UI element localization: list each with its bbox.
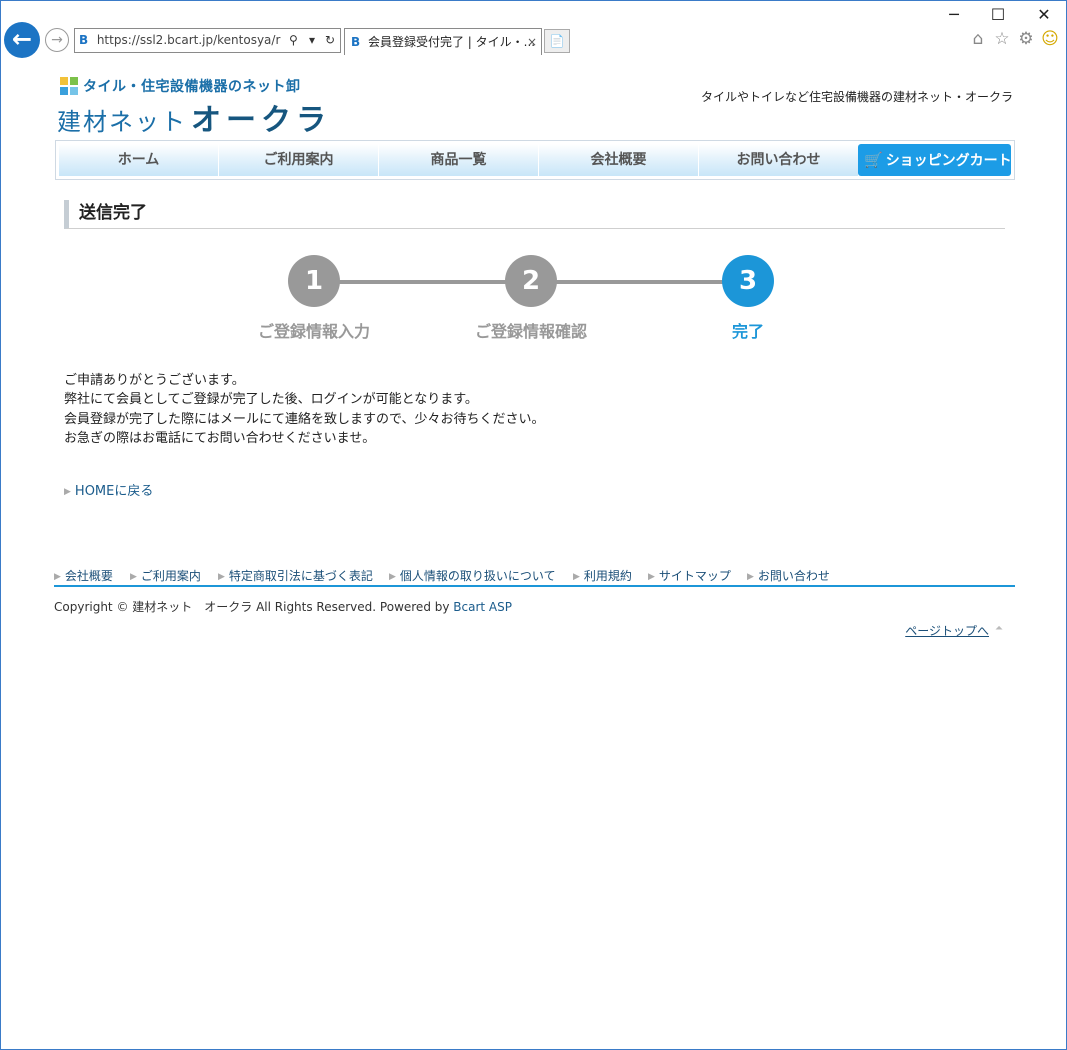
search-icon[interactable]: ⚲: [289, 29, 298, 52]
back-arrow-icon[interactable]: ←: [4, 22, 40, 58]
triangle-bullet-icon: ▶: [130, 572, 137, 582]
header-description: タイルやトイレなど住宅設備機器の建材ネット・オークラ: [700, 90, 1013, 104]
footer-link-label: 個人情報の取り扱いについて: [399, 569, 556, 583]
close-window-button[interactable]: ✕: [1021, 5, 1067, 25]
footer-link-guide[interactable]: ▶ ご利用案内: [130, 567, 201, 584]
page-title: 送信完了: [64, 200, 1005, 229]
tab-favicon-icon: B: [351, 35, 361, 49]
nav-item-home[interactable]: ホーム: [59, 144, 219, 176]
step-3-circle: 3: [722, 255, 774, 307]
home-link-label: HOMEに戻る: [74, 484, 154, 499]
site-logo[interactable]: 建材ネット オークラ: [57, 95, 331, 139]
shopping-cart-button[interactable]: 🛒 ショッピングカート: [858, 144, 1012, 176]
message-line: 会員登録が完了した際にはメールにて連絡を致しますので、少々お待ちください。: [64, 411, 545, 427]
triangle-bullet-icon: ▶: [54, 572, 61, 582]
triangle-bullet-icon: ▶: [648, 572, 655, 582]
step-connector: [314, 280, 532, 284]
address-url: https://ssl2.bcart.jp/kentosya/r: [96, 33, 281, 47]
new-tab-button[interactable]: 📄: [544, 29, 570, 53]
favorites-star-icon[interactable]: ☆: [990, 29, 1014, 49]
site-tagline: タイル・住宅設備機器のネット卸: [83, 79, 301, 95]
step-1-circle: 1: [288, 255, 340, 307]
triangle-bullet-icon: ▶: [389, 572, 396, 582]
copyright-text: Copyright © 建材ネット オークラ All Rights Reserv…: [54, 600, 454, 614]
home-link[interactable]: ▶ HOMEに戻る: [64, 480, 153, 499]
main-nav: ホーム ご利用案内 商品一覧 会社概要 お問い合わせ 🛒 ショッピングカート: [55, 140, 1015, 180]
copyright: Copyright © 建材ネット オークラ All Rights Reserv…: [54, 598, 512, 615]
message-line: お急ぎの際はお電話にてお問い合わせくださいませ。: [64, 430, 376, 446]
page-top-arrow-icon[interactable]: ⏶: [995, 623, 1003, 634]
site-favicon-icon: B: [79, 33, 89, 47]
footer-link-contact[interactable]: ▶ お問い合わせ: [747, 567, 830, 584]
triangle-bullet-icon: ▶: [573, 572, 580, 582]
step-connector: [532, 280, 748, 284]
footer-link-terms[interactable]: ▶ 利用規約: [573, 567, 632, 584]
footer-link-label: お問い合わせ: [757, 569, 830, 583]
home-icon[interactable]: ⌂: [966, 29, 990, 49]
tab-title: 会員登録受付完了 | タイル・...: [367, 35, 536, 49]
browser-window: ─ ☐ ✕ ← → B https://ssl2.bcart.jp/kentos…: [0, 0, 1067, 1050]
page-top-link[interactable]: ページトップへ: [905, 622, 989, 639]
step-1-label: ご登録情報入力: [257, 322, 370, 341]
chevron-down-icon[interactable]: ▾: [309, 29, 315, 52]
completion-message: ご申請ありがとうございます。 弊社にて会員としてご登録が完了した後、ログインが可…: [64, 371, 544, 448]
cart-icon: 🛒: [864, 151, 883, 169]
message-line: ご申請ありがとうございます。: [64, 373, 245, 388]
cart-label: ショッピングカート: [885, 153, 1012, 169]
nav-item-guide[interactable]: ご利用案内: [219, 144, 379, 176]
powered-by-link[interactable]: Bcart ASP: [453, 600, 512, 614]
step-2-circle: 2: [505, 255, 557, 307]
footer-link-company[interactable]: ▶ 会社概要: [54, 567, 113, 584]
nav-item-company[interactable]: 会社概要: [539, 144, 699, 176]
settings-gear-icon[interactable]: ⚙: [1014, 29, 1038, 49]
footer-link-label: 特定商取引法に基づく表記: [228, 569, 373, 583]
nav-item-contact[interactable]: お問い合わせ: [699, 144, 859, 176]
step-3-label: 完了: [731, 322, 764, 341]
brand-name: オークラ: [191, 103, 331, 138]
refresh-icon[interactable]: ↻: [325, 29, 335, 52]
footer-links: ▶ 会社概要 ▶ ご利用案内 ▶ 特定商取引法に基づく表記 ▶ 個人情報の取り扱いについ…: [54, 566, 1015, 587]
logo-mark-icon: [60, 77, 78, 95]
forward-arrow-icon[interactable]: →: [45, 28, 69, 52]
footer-link-label: 利用規約: [583, 569, 632, 583]
brand-prefix: 建材ネット: [57, 108, 187, 136]
step-2-label: ご登録情報確認: [474, 322, 587, 341]
nav-item-products[interactable]: 商品一覧: [379, 144, 539, 176]
footer-link-privacy[interactable]: ▶ 個人情報の取り扱いについて: [389, 567, 556, 584]
triangle-bullet-icon: ▶: [218, 572, 225, 582]
address-bar[interactable]: B https://ssl2.bcart.jp/kentosya/r ⚲ ▾ ↻: [74, 28, 341, 53]
feedback-smiley-icon[interactable]: ☺: [1038, 29, 1062, 49]
footer-link-label: ご利用案内: [140, 569, 201, 583]
message-line: 弊社にて会員としてご登録が完了した後、ログインが可能となります。: [64, 392, 478, 408]
tab-active[interactable]: B 会員登録受付完了 | タイル・... ×: [344, 28, 542, 55]
maximize-button[interactable]: ☐: [975, 5, 1021, 25]
footer-link-legal[interactable]: ▶ 特定商取引法に基づく表記: [218, 567, 373, 584]
triangle-bullet-icon: ▶: [64, 487, 71, 497]
footer-link-label: サイトマップ: [658, 569, 731, 583]
tab-close-icon[interactable]: ×: [527, 29, 537, 55]
footer-link-sitemap[interactable]: ▶ サイトマップ: [648, 567, 731, 584]
minimize-button[interactable]: ─: [931, 5, 977, 25]
triangle-bullet-icon: ▶: [747, 572, 754, 582]
footer-link-label: 会社概要: [64, 569, 113, 583]
